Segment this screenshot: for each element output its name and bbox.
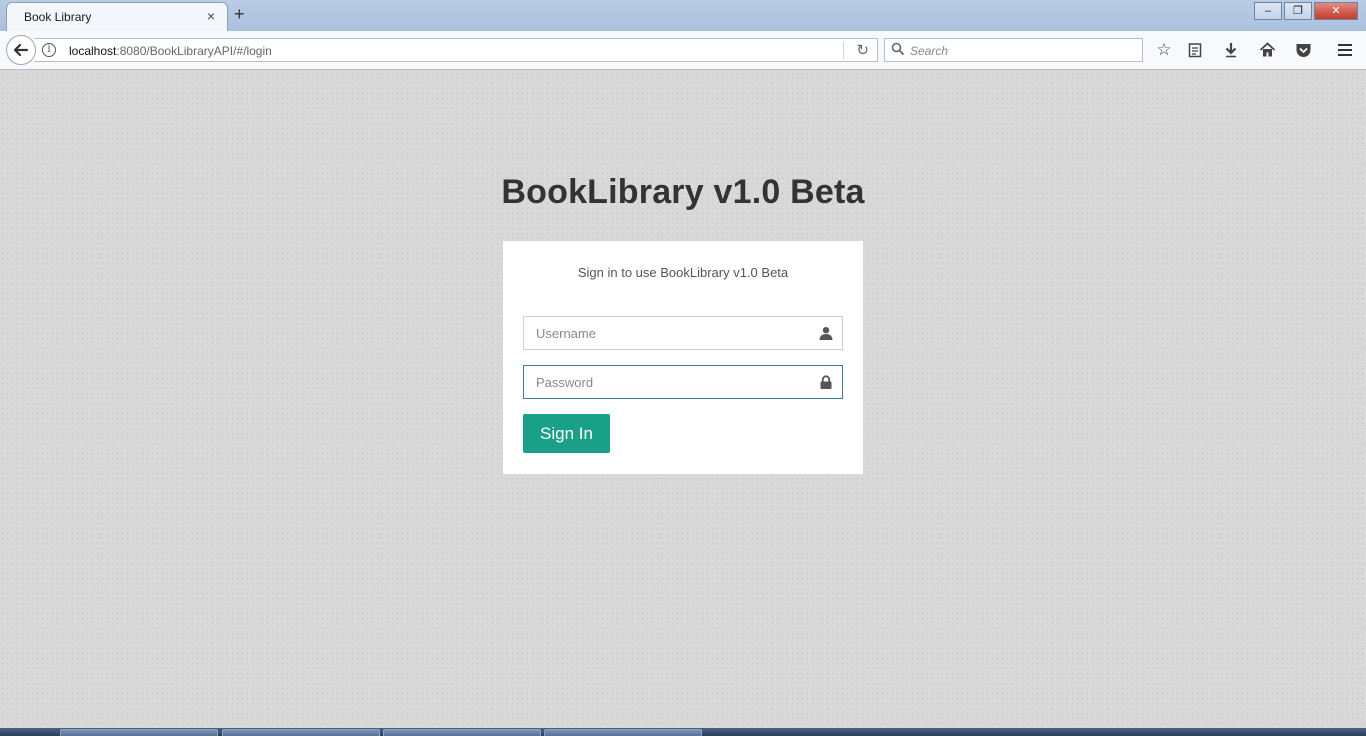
search-placeholder: Search: [910, 44, 949, 58]
tab-close-icon[interactable]: ×: [207, 8, 215, 24]
url-divider: [843, 42, 844, 59]
user-icon: [819, 327, 833, 340]
new-tab-button[interactable]: +: [234, 4, 245, 25]
taskbar-item[interactable]: [222, 729, 380, 736]
url-host: localhost: [69, 44, 117, 58]
taskbar-item[interactable]: [383, 729, 541, 736]
password-input[interactable]: [524, 366, 842, 398]
password-field[interactable]: [523, 365, 843, 399]
home-icon[interactable]: [1256, 39, 1278, 61]
minimize-button[interactable]: –: [1254, 2, 1282, 20]
username-field[interactable]: [523, 316, 843, 350]
browser-titlebar: Book Library × + – ❐ ✕: [0, 0, 1366, 32]
username-input[interactable]: [524, 317, 842, 349]
window-controls: – ❐ ✕: [1252, 2, 1358, 20]
card-subtitle: Sign in to use BookLibrary v1.0 Beta: [577, 265, 789, 280]
sign-in-button[interactable]: Sign In: [523, 414, 610, 453]
menu-icon[interactable]: [1334, 39, 1356, 61]
url-text[interactable]: localhost:8080/BookLibraryAPI/#/login: [69, 44, 272, 58]
search-bar[interactable]: Search: [884, 38, 1143, 62]
os-taskbar: [0, 728, 1366, 736]
taskbar-item[interactable]: [60, 729, 218, 736]
taskbar-item[interactable]: [544, 729, 702, 736]
close-window-button[interactable]: ✕: [1314, 2, 1358, 20]
search-icon: [891, 42, 905, 56]
login-card: Sign in to use BookLibrary v1.0 Beta Sig…: [503, 241, 863, 474]
browser-tab[interactable]: Book Library ×: [6, 2, 228, 32]
restore-button[interactable]: ❐: [1284, 2, 1312, 20]
address-bar[interactable]: i localhost:8080/BookLibraryAPI/#/login …: [34, 38, 878, 62]
download-icon[interactable]: [1220, 39, 1242, 61]
reading-list-icon[interactable]: [1184, 39, 1206, 61]
app-title: BookLibrary v1.0 Beta: [501, 173, 865, 211]
tab-title: Book Library: [24, 10, 92, 24]
info-icon[interactable]: i: [42, 43, 56, 57]
bookmark-star-icon[interactable]: ☆: [1153, 39, 1175, 61]
pocket-icon[interactable]: [1292, 39, 1314, 61]
back-button[interactable]: [6, 35, 36, 65]
page-background: BookLibrary v1.0 Beta Sign in to use Boo…: [0, 71, 1366, 728]
browser-navbar: i localhost:8080/BookLibraryAPI/#/login …: [0, 31, 1366, 70]
back-arrow-icon: [13, 43, 29, 57]
url-path: :8080/BookLibraryAPI/#/login: [116, 44, 272, 58]
lock-icon: [820, 375, 832, 389]
reload-icon[interactable]: ↻: [856, 41, 869, 59]
